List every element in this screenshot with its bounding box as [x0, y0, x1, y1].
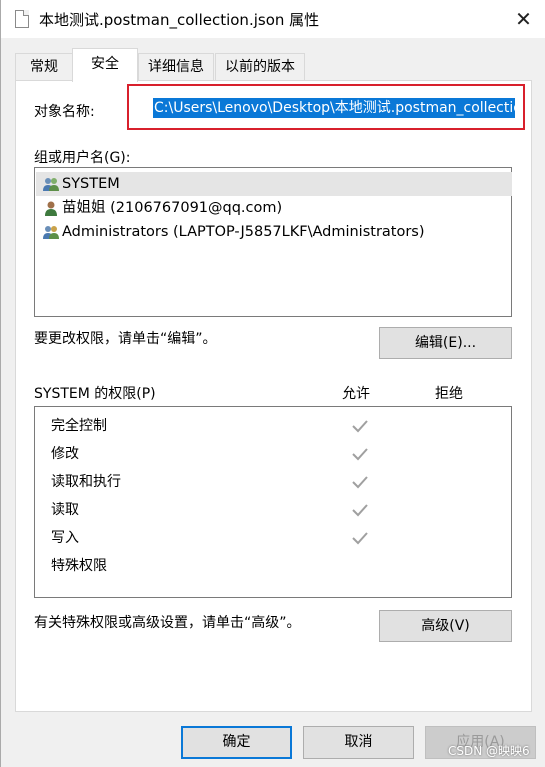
list-item[interactable]: SYSTEM	[36, 172, 512, 196]
permission-row: 读取	[51, 502, 79, 518]
cancel-button[interactable]: 取消	[303, 726, 414, 759]
tab-general[interactable]: 常规	[15, 53, 73, 81]
allow-checkmark-icon	[352, 448, 368, 461]
allow-checkmark-icon	[352, 532, 368, 545]
user-icon	[45, 201, 57, 216]
allow-checkmark-icon	[352, 504, 368, 517]
allow-checkmark-icon	[352, 420, 368, 433]
close-button[interactable]: ✕	[501, 0, 545, 38]
deny-header: 拒绝	[435, 386, 463, 402]
permission-row: 修改	[51, 446, 79, 462]
permission-row: 完全控制	[51, 418, 107, 434]
tab-details[interactable]: 详细信息	[138, 53, 214, 81]
advanced-button[interactable]: 高级(V)	[379, 610, 512, 642]
properties-dialog: 本地测试.postman_collection.json 属性 ✕ 常规 安全 …	[0, 0, 545, 767]
group-name: Administrators (LAPTOP-J5857LKF\Administ…	[62, 224, 425, 240]
tab-security[interactable]: 安全	[72, 48, 138, 82]
tab-previous-versions[interactable]: 以前的版本	[215, 53, 305, 81]
list-item[interactable]: 苗姐姐 (2106767091@qq.com)	[36, 196, 512, 220]
edit-hint: 要更改权限，请单击“编辑”。	[34, 331, 217, 347]
advanced-hint: 有关特殊权限或高级设置，请单击“高级”。	[34, 615, 301, 631]
permission-row: 读取和执行	[51, 474, 121, 490]
list-item[interactable]: Administrators (LAPTOP-J5857LKF\Administ…	[36, 220, 512, 244]
allow-header: 允许	[342, 386, 370, 402]
group-icon	[43, 226, 59, 239]
group-icon	[43, 178, 59, 191]
title-bar[interactable]: 本地测试.postman_collection.json 属性 ✕	[1, 0, 545, 38]
group-name: SYSTEM	[62, 176, 120, 192]
permissions-listbox[interactable]: 完全控制 修改 读取和执行 读取 写入 特殊权限	[34, 406, 512, 598]
groups-label: 组或用户名(G):	[34, 150, 131, 166]
permission-row: 特殊权限	[51, 558, 107, 574]
group-name: 苗姐姐 (2106767091@qq.com)	[62, 200, 283, 216]
groups-listbox[interactable]: SYSTEM 苗姐姐 (2106767091@qq.com) Administr…	[34, 167, 512, 317]
ok-button[interactable]: 确定	[181, 726, 292, 759]
edit-button[interactable]: 编辑(E)...	[379, 327, 512, 359]
watermark: CSDN @映映6	[448, 744, 530, 758]
permission-row: 写入	[51, 530, 79, 546]
object-name-label: 对象名称:	[34, 104, 95, 120]
object-name-field[interactable]: C:\Users\Lenovo\Desktop\本地测试.postman_col…	[153, 98, 515, 118]
window-title: 本地测试.postman_collection.json 属性	[39, 11, 320, 29]
allow-checkmark-icon	[352, 476, 368, 489]
permissions-label: SYSTEM 的权限(P)	[34, 386, 156, 402]
file-icon	[15, 10, 29, 28]
